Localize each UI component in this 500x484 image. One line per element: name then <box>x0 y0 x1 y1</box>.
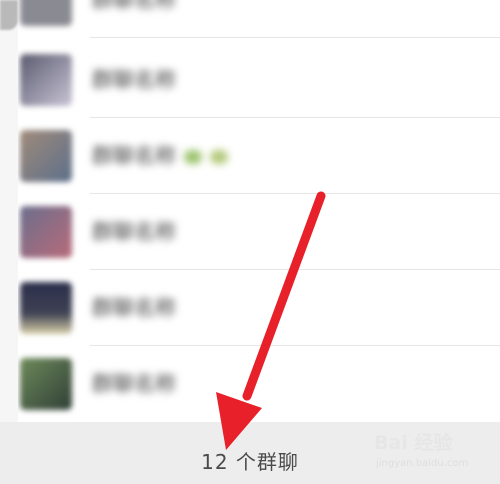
group-chat-row[interactable]: 群聊名称 <box>18 270 500 346</box>
group-chats-screen: 群聊名称 群聊名称 群聊名称 群聊名称 群聊名称 群聊名称 12 个群聊 Bai… <box>0 0 500 484</box>
group-avatar <box>20 206 72 258</box>
group-name: 群聊名称 <box>92 142 228 170</box>
watermark-url: jingyan.baidu.com <box>376 458 469 469</box>
list-footer: 12 个群聊 Bai 经验 jingyan.baidu.com <box>0 422 500 484</box>
group-avatar <box>20 358 72 410</box>
group-name: 群聊名称 <box>92 296 176 320</box>
group-chat-row[interactable]: 群聊名称 <box>18 118 500 194</box>
baidu-jingyan-logo: Bai 经验 <box>374 432 453 454</box>
group-chat-row[interactable]: 群聊名称 <box>18 0 500 38</box>
group-avatar <box>20 0 72 26</box>
group-chat-list: 群聊名称 群聊名称 群聊名称 群聊名称 群聊名称 群聊名称 <box>18 0 500 422</box>
group-chat-row[interactable]: 群聊名称 <box>18 42 500 118</box>
left-edge-strip <box>0 0 18 422</box>
group-name: 群聊名称 <box>92 220 176 244</box>
group-chat-row[interactable]: 群聊名称 <box>18 194 500 270</box>
row-divider <box>90 37 500 38</box>
watermark: Bai 经验 jingyan.baidu.com <box>374 428 486 478</box>
group-name: 群聊名称 <box>92 0 176 12</box>
group-avatar <box>20 282 72 334</box>
group-avatar <box>20 130 72 182</box>
emoji-icon <box>184 150 202 164</box>
group-chat-row[interactable]: 群聊名称 <box>18 346 500 422</box>
left-edge-cap <box>0 0 18 30</box>
group-name: 群聊名称 <box>92 68 176 92</box>
emoji-icon <box>210 150 228 164</box>
group-avatar <box>20 54 72 106</box>
group-name-text: 群聊名称 <box>92 144 176 168</box>
group-name: 群聊名称 <box>92 372 176 396</box>
